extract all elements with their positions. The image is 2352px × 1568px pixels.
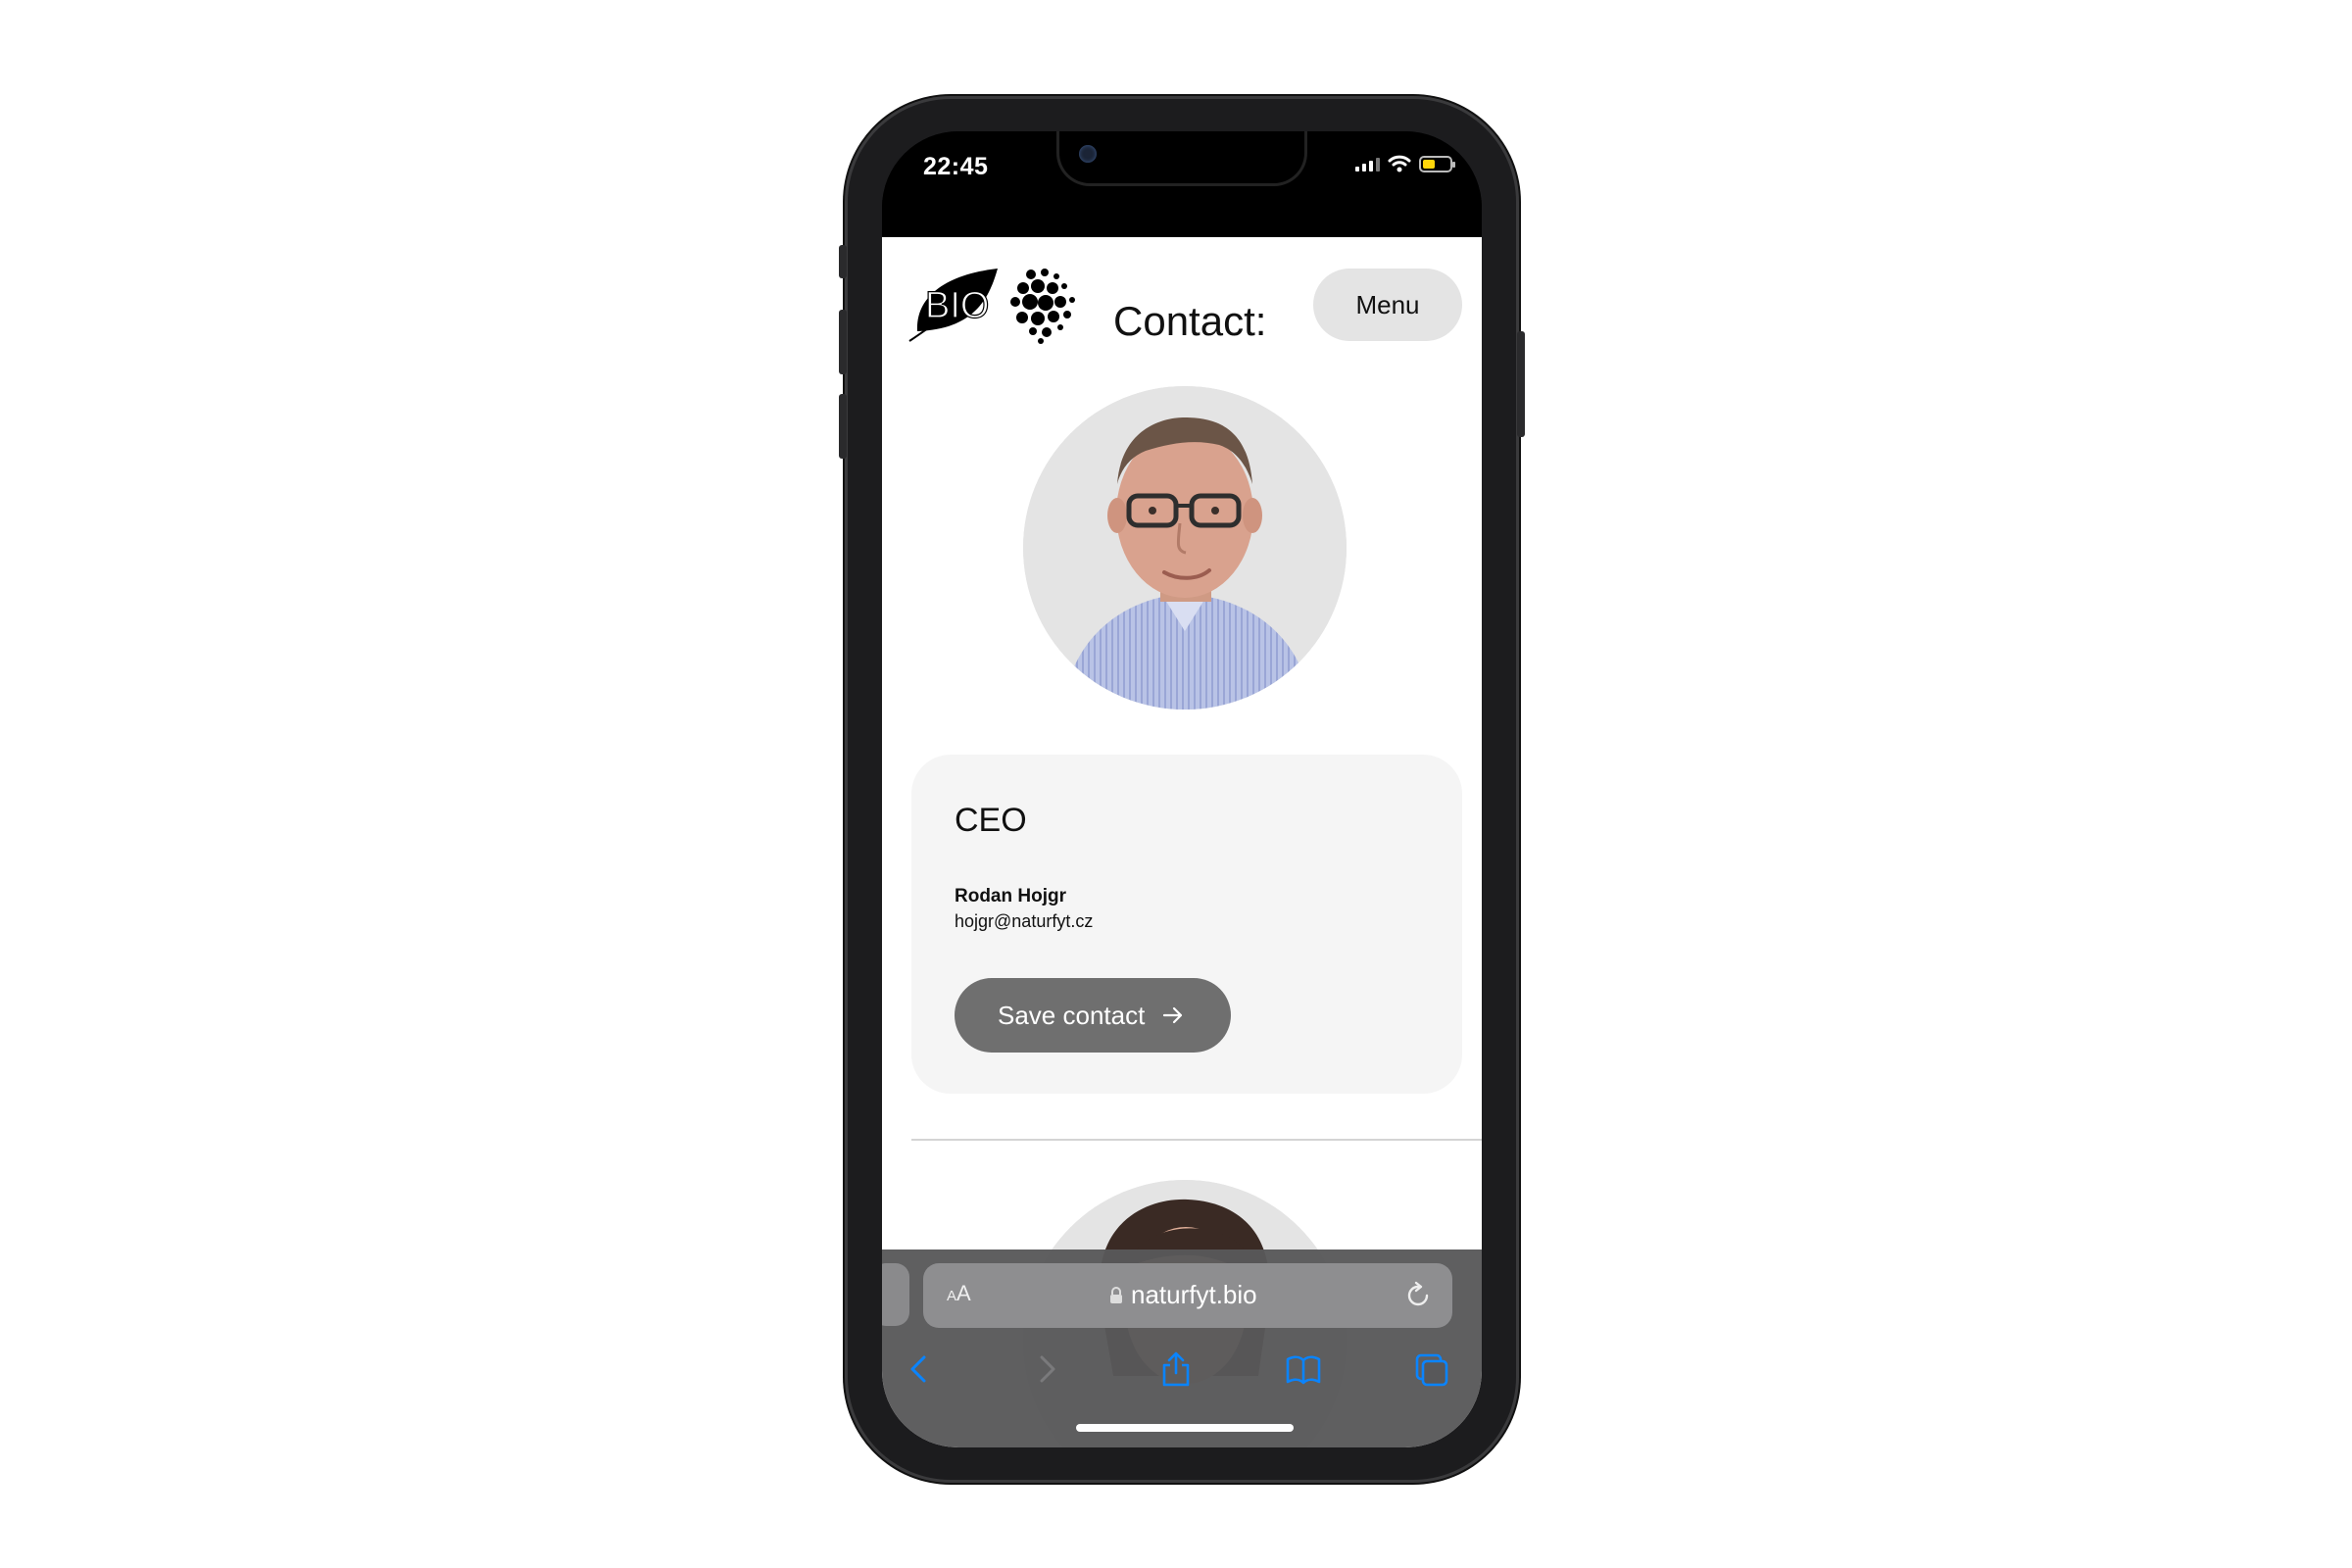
power-button	[1517, 331, 1525, 437]
aa-small: A	[947, 1288, 957, 1304]
reload-icon[interactable]	[1403, 1281, 1433, 1310]
avatar	[1023, 386, 1347, 710]
status-bar: 22:45	[882, 131, 1482, 237]
book-icon[interactable]	[1284, 1349, 1323, 1389]
chevron-left-icon[interactable]	[900, 1349, 939, 1389]
contact-email[interactable]: hojgr@naturfyt.cz	[955, 911, 1093, 932]
tabs-icon[interactable]	[1411, 1349, 1450, 1389]
browser-toolbar: AA naturfyt.bio	[882, 1250, 1482, 1447]
previous-tab-preview[interactable]	[882, 1263, 909, 1326]
reader-settings-button[interactable]: AA	[947, 1281, 971, 1306]
silent-switch	[839, 245, 847, 278]
status-time: 22:45	[923, 153, 989, 180]
menu-button[interactable]: Menu	[1313, 269, 1462, 341]
share-icon[interactable]	[1156, 1349, 1196, 1389]
wifi-icon	[1388, 155, 1411, 172]
save-contact-button[interactable]: Save contact	[955, 978, 1231, 1053]
portrait-photo	[1023, 386, 1347, 710]
aa-large: A	[956, 1281, 971, 1305]
phone-screen: 22:45 BIO Contact: Menu CEO Rodan Hojgr …	[882, 131, 1482, 1447]
contact-role: CEO	[955, 802, 1027, 839]
front-camera	[1079, 145, 1097, 163]
status-icons	[1355, 155, 1455, 172]
battery-icon	[1419, 155, 1455, 172]
contact-card: CEO Rodan Hojgr hojgr@naturfyt.cz Save c…	[911, 755, 1462, 1094]
phone-frame: 22:45 BIO Contact: Menu CEO Rodan Hojgr …	[839, 96, 1525, 1483]
home-indicator[interactable]	[1076, 1424, 1294, 1432]
logo-text: BIO	[925, 285, 989, 326]
page-title: Contact:	[1113, 298, 1267, 344]
section-divider	[911, 1139, 1482, 1141]
volume-up-button	[839, 310, 847, 374]
notch	[1056, 131, 1307, 186]
save-contact-label: Save contact	[998, 1000, 1146, 1030]
address-bar[interactable]: AA naturfyt.bio	[923, 1263, 1452, 1328]
bio-logo[interactable]: BIO	[907, 267, 1082, 345]
chevron-right-icon[interactable]	[1027, 1349, 1066, 1389]
url-text[interactable]: naturfyt.bio	[1131, 1280, 1257, 1310]
lock-icon	[1110, 1287, 1122, 1303]
arrow-right-icon	[1163, 1006, 1183, 1024]
contact-name: Rodan Hojgr	[955, 886, 1066, 906]
cellular-signal-icon	[1355, 156, 1380, 172]
volume-down-button	[839, 394, 847, 459]
